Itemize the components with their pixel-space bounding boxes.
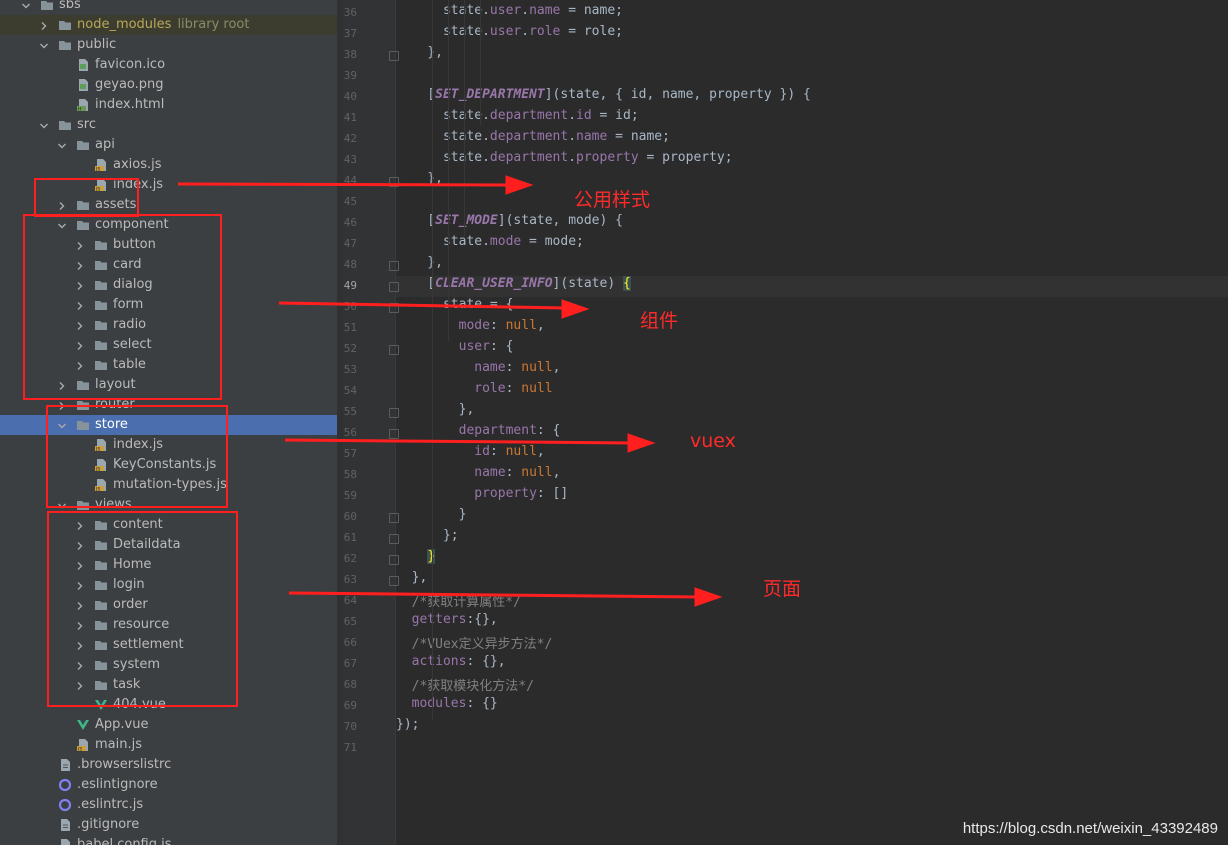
note-page: 页面: [763, 578, 802, 600]
note-vuex: vuex: [690, 430, 736, 452]
arrow-vuex: [284, 433, 656, 453]
watermark: https://blog.csdn.net/weixin_43392489: [962, 820, 1218, 837]
note-public-style: 公用样式: [574, 189, 651, 211]
arrow-page: [288, 587, 723, 607]
note-component: 组件: [640, 310, 679, 332]
arrow-component: [278, 299, 590, 319]
arrow-public-style: [177, 175, 534, 195]
annotation-arrows: [177, 175, 723, 607]
